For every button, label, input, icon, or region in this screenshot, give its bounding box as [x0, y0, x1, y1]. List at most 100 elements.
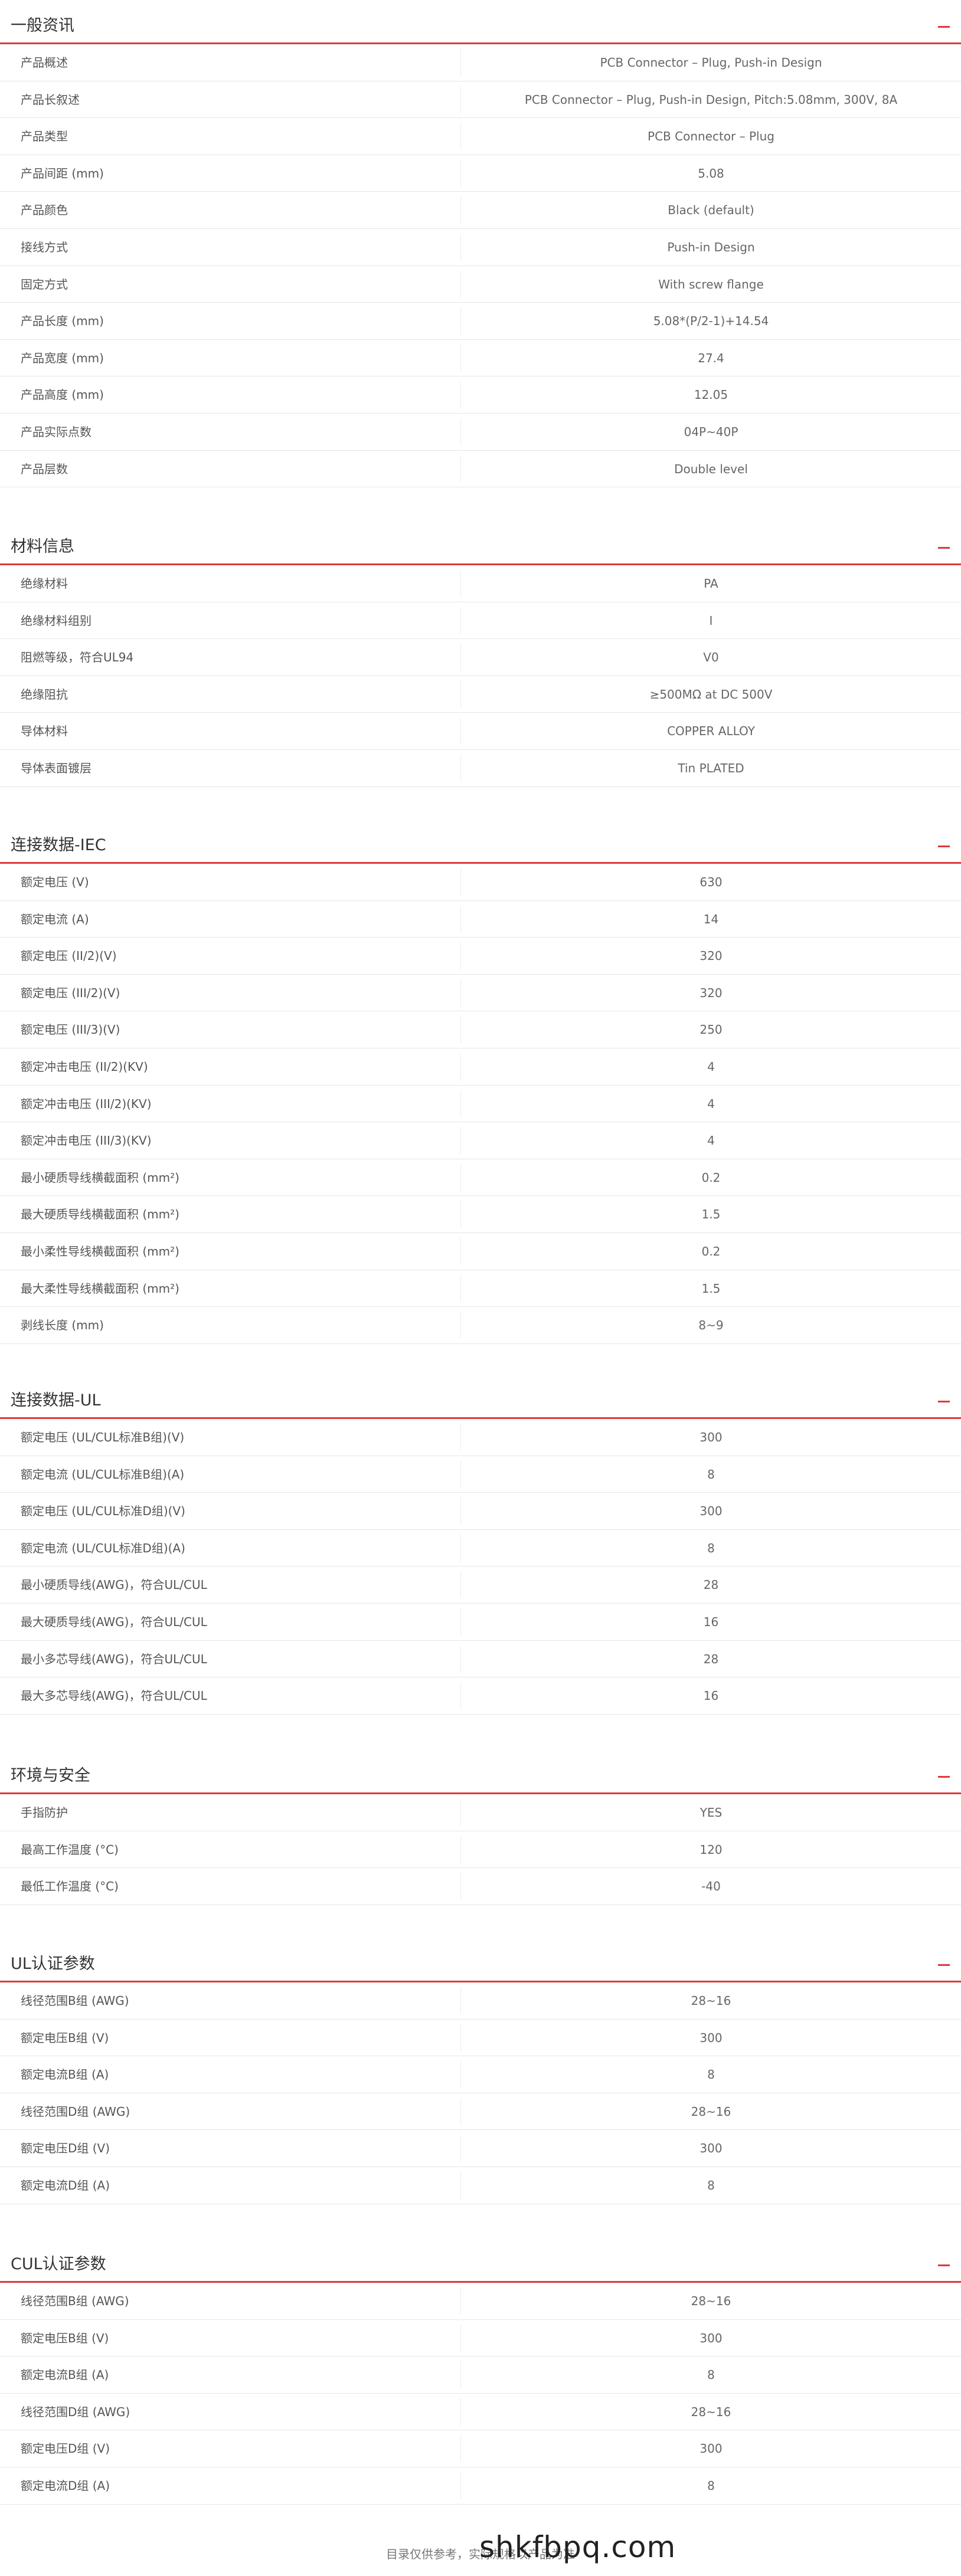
spec-label: 接线方式	[21, 240, 68, 254]
spec-label: 额定电压D组 (V)	[21, 2141, 110, 2156]
table-row: 额定冲击电压 (III/2)(KV) 4	[0, 1086, 961, 1123]
table-row: 导体表面镀层 Tin PLATED	[0, 750, 961, 787]
spec-value: PCB Connector – Plug, Push-in Design, Pi…	[524, 92, 898, 107]
spec-label: 额定电流 (UL/CUL标准D组)(A)	[21, 1541, 185, 1555]
spec-value: 300	[699, 1430, 723, 1444]
spec-label: 额定电流D组 (A)	[21, 2178, 110, 2192]
spec-section: UL认证参数 线径范围B组 (AWG) 28~16 额定电压B组 (V) 300 额定电流…	[0, 1938, 961, 2204]
spec-value: 16	[703, 1614, 719, 1629]
table-row: 手指防护 YES	[0, 1794, 961, 1831]
spec-value: 4	[707, 1133, 715, 1148]
spec-value: 8~9	[698, 1318, 724, 1333]
spec-value: 8	[707, 2368, 715, 2382]
spec-label: 最大硬质导线横截面积 (mm²)	[21, 1207, 179, 1222]
spec-label: 线径范围D组 (AWG)	[21, 2404, 130, 2419]
table-row: 产品实际点数 04P~40P	[0, 414, 961, 451]
table-row: 产品概述 PCB Connector – Plug, Push-in Design	[0, 44, 961, 81]
section-header: UL认证参数	[0, 1938, 961, 1982]
spec-label: 绝缘材料	[21, 576, 68, 591]
spec-value: 12.05	[694, 388, 728, 402]
spec-label: 阻燃等级，符合UL94	[21, 650, 134, 665]
minus-icon	[938, 1964, 950, 1966]
table-row: 额定电流D组 (A) 8	[0, 2467, 961, 2505]
table-row: 产品类型 PCB Connector – Plug	[0, 118, 961, 155]
table-row: 额定电流B组 (A) 8	[0, 2056, 961, 2093]
spec-section: CUL认证参数线径范围B组 (AWG) 28~16 额定电压B组 (V) 300 额定电…	[0, 2239, 961, 2505]
spec-value: I	[709, 613, 713, 628]
spec-value: YES	[699, 1805, 723, 1820]
spec-label: 额定冲击电压 (III/2)(KV)	[21, 1096, 152, 1111]
spec-label: 最小多芯导线(AWG)，符合UL/CUL	[21, 1651, 207, 1666]
spec-value: 8	[707, 1467, 715, 1482]
spec-value: 5.08	[698, 166, 724, 181]
spec-section: 一般资讯产品概述 PCB Connector – Plug, Push-in De…	[0, 0, 961, 488]
section-title: UL认证参数	[11, 1955, 95, 1973]
minus-icon	[938, 1776, 950, 1778]
spec-label: 额定电流 (A)	[21, 912, 89, 926]
table-row: 产品间距 (mm) 5.08	[0, 155, 961, 192]
spec-label: 额定冲击电压 (II/2)(KV)	[21, 1059, 148, 1074]
spec-value: 300	[699, 1504, 723, 1519]
collapse-toggle-button[interactable]	[933, 538, 955, 558]
spec-value: 0.2	[701, 1170, 721, 1185]
spec-label: 绝缘材料组别	[21, 613, 91, 628]
watermark-logo: shkfbpq.com	[479, 2530, 676, 2564]
collapse-toggle-button[interactable]	[933, 1391, 955, 1411]
section-header: 连接数据-UL	[0, 1375, 961, 1419]
spec-value: PCB Connector – Plug, Push-in Design	[600, 55, 822, 70]
spec-label: 产品类型	[21, 129, 68, 144]
spec-value: 4	[707, 1059, 715, 1074]
table-row: 额定电压D组 (V) 300	[0, 2130, 961, 2167]
table-row: 额定电流 (UL/CUL标准D组)(A) 8	[0, 1530, 961, 1567]
table-row: 额定电压 (UL/CUL标准B组)(V) 300	[0, 1419, 961, 1456]
collapse-toggle-button[interactable]	[933, 17, 955, 37]
collapse-toggle-button[interactable]	[933, 1955, 955, 1975]
spec-value: With screw flange	[658, 277, 764, 291]
spec-label: 额定电流B组 (A)	[21, 2368, 109, 2382]
table-row: 额定电压 (V) 630	[0, 864, 961, 901]
spec-label: 产品颜色	[21, 203, 68, 218]
collapse-toggle-button[interactable]	[933, 2255, 955, 2275]
spec-label: 额定电压B组 (V)	[21, 2030, 109, 2045]
spec-value: ≥500MΩ at DC 500V	[649, 687, 773, 702]
spec-value: 8	[707, 2178, 715, 2192]
table-row: 额定电流D组 (A) 8	[0, 2167, 961, 2204]
spec-label: 最小硬质导线横截面积 (mm²)	[21, 1170, 179, 1185]
spec-section: 环境与安全 手指防护 YES 最高工作温度 (°C) 120 最低工作温度 (°C) -40	[0, 1750, 961, 1905]
spec-value: Double level	[674, 461, 748, 476]
spec-table: 线径范围B组 (AWG) 28~16 额定电压B组 (V) 300 额定电流B组 (A)…	[0, 2283, 961, 2505]
spec-value: 04P~40P	[684, 424, 738, 439]
table-row: 绝缘阻抗 ≥500MΩ at DC 500V	[0, 676, 961, 713]
spec-label: 产品高度 (mm)	[21, 388, 104, 402]
table-row: 最小柔性导线横截面积 (mm²) 0.2	[0, 1233, 961, 1270]
spec-label: 产品概述	[21, 55, 68, 70]
spec-label: 产品层数	[21, 461, 68, 476]
spec-label: 产品长叙述	[21, 92, 80, 107]
spec-label: 最低工作温度 (°C)	[21, 1879, 119, 1894]
spec-label: 产品宽度 (mm)	[21, 350, 104, 365]
collapse-toggle-button[interactable]	[933, 836, 955, 856]
spec-label: 额定电流 (UL/CUL标准B组)(A)	[21, 1467, 185, 1482]
spec-table: 手指防护 YES 最高工作温度 (°C) 120 最低工作温度 (°C) -40	[0, 1794, 961, 1905]
minus-icon	[938, 547, 950, 549]
spec-label: 额定电压 (UL/CUL标准B组)(V)	[21, 1430, 185, 1444]
spec-label: 导体材料	[21, 724, 68, 739]
collapse-toggle-button[interactable]	[933, 1767, 955, 1787]
spec-value: 28~16	[691, 2294, 731, 2308]
table-row: 额定电流 (A) 14	[0, 901, 961, 938]
spec-value: 5.08*(P/2-1)+14.54	[653, 314, 769, 329]
spec-value: 1.5	[701, 1207, 721, 1222]
spec-label: 最高工作温度 (°C)	[21, 1842, 119, 1857]
section-title: 材料信息	[11, 538, 74, 556]
section-header: 一般资讯	[0, 0, 961, 44]
spec-label: 产品实际点数	[21, 424, 91, 439]
spec-value: PA	[704, 576, 718, 591]
section-title: CUL认证参数	[11, 2255, 106, 2273]
table-row: 最小多芯导线(AWG)，符合UL/CUL 28	[0, 1641, 961, 1678]
table-row: 额定电压 (III/3)(V) 250	[0, 1011, 961, 1048]
table-row: 最大硬质导线横截面积 (mm²) 1.5	[0, 1196, 961, 1233]
table-row: 线径范围B组 (AWG) 28~16	[0, 2283, 961, 2320]
spec-label: 绝缘阻抗	[21, 687, 68, 702]
table-row: 固定方式 With screw flange	[0, 266, 961, 303]
spec-value: 28~16	[691, 2104, 731, 2119]
